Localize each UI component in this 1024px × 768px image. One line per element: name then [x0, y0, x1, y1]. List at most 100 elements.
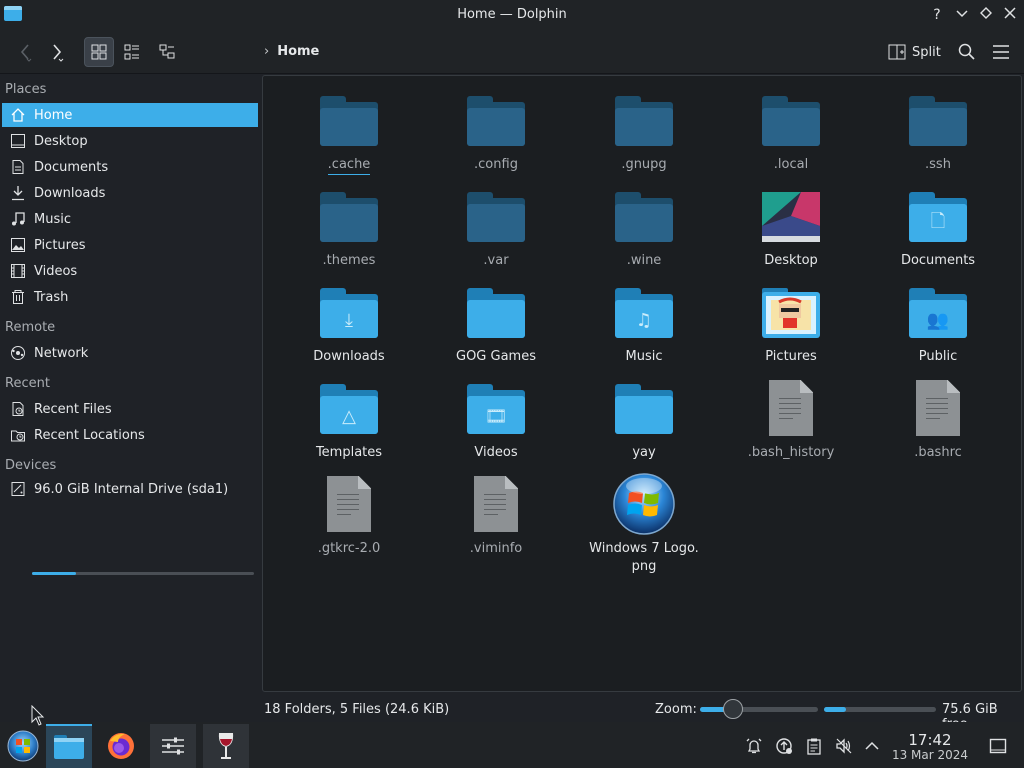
tree-view-icon	[159, 44, 175, 59]
breadcrumb[interactable]: › Home	[264, 44, 319, 59]
item-name: .bash_history	[747, 445, 835, 460]
diamond-icon	[980, 7, 992, 19]
folder-item[interactable]: .themes	[284, 186, 414, 270]
firefox-task[interactable]	[98, 724, 144, 768]
folder-item[interactable]: 🎞 Videos	[431, 378, 561, 462]
settings-sliders-icon	[162, 737, 184, 755]
sidebar-item-label: Home	[34, 107, 73, 123]
item-name: .cache	[327, 157, 371, 175]
sidebar-item-documents[interactable]: Documents	[2, 155, 258, 179]
folder-item[interactable]: ⤓ Downloads	[284, 282, 414, 366]
windows-7-logo-icon	[613, 473, 675, 535]
pictures-folder-preview-icon	[762, 288, 820, 338]
item-label: .viminfo	[431, 540, 561, 558]
desktop-icon	[11, 134, 25, 148]
maximize-button[interactable]	[975, 5, 997, 25]
zoom-slider[interactable]	[700, 707, 818, 712]
close-button[interactable]	[999, 5, 1021, 25]
folder-item[interactable]: yay	[579, 378, 709, 462]
start-menu-button[interactable]	[0, 724, 46, 768]
folder-item[interactable]: .ssh	[873, 90, 1003, 174]
item-label: .bash_history	[726, 444, 856, 462]
sidebar-item-trash[interactable]: Trash	[2, 285, 258, 309]
back-button[interactable]	[10, 37, 40, 67]
sidebar-item-videos[interactable]: Videos	[2, 259, 258, 283]
wine-task[interactable]	[203, 724, 249, 768]
folder-item[interactable]: .wine	[579, 186, 709, 270]
folder-item[interactable]: 👥 Public	[873, 282, 1003, 366]
sidebar-item-internal-drive[interactable]: 96.0 GiB Internal Drive (sda1)	[2, 477, 258, 501]
clipboard-icon[interactable]	[804, 736, 824, 756]
icons-view-button[interactable]	[84, 37, 114, 67]
folder-item[interactable]: .gnupg	[579, 90, 709, 174]
sidebar-item-downloads[interactable]: Downloads	[2, 181, 258, 205]
sidebar-item-pictures[interactable]: Pictures	[2, 233, 258, 257]
sidebar-item-home[interactable]: Home	[2, 103, 258, 127]
folder-item[interactable]: Desktop	[726, 186, 856, 270]
template-emblem: △	[342, 405, 356, 427]
folder-icon	[320, 96, 378, 146]
update-icon[interactable]	[774, 736, 794, 756]
help-button[interactable]: ?	[926, 5, 948, 25]
download-emblem: ⤓	[345, 309, 353, 331]
document-emblem: 🗋	[930, 211, 946, 232]
menu-button[interactable]	[986, 37, 1016, 67]
item-name: Public	[918, 349, 958, 364]
folder-item[interactable]: △ Templates	[284, 378, 414, 462]
folder-item[interactable]: Pictures	[726, 282, 856, 366]
network-icon	[11, 346, 25, 360]
file-item[interactable]: .bash_history	[726, 378, 856, 462]
details-view-button[interactable]	[152, 37, 182, 67]
text-file-icon	[769, 380, 813, 436]
split-button[interactable]: Split	[888, 39, 941, 65]
item-icon	[319, 474, 379, 534]
folder-item[interactable]: GOG Games	[431, 282, 561, 366]
drive-usage-fill	[32, 572, 77, 575]
desktop-wallpaper-icon	[762, 192, 820, 242]
file-item[interactable]: .gtkrc-2.0	[284, 474, 414, 558]
item-label: Downloads	[284, 348, 414, 366]
sidebar-item-music[interactable]: Music	[2, 207, 258, 231]
file-view[interactable]: .cache .config .gnupg .local .ssh .themes .var…	[262, 75, 1022, 692]
zoom-label: Zoom:	[655, 702, 697, 717]
sidebar-item-label: Recent Files	[34, 401, 112, 417]
folder-item[interactable]: .config	[431, 90, 561, 174]
folder-item[interactable]: 🗋 Documents	[873, 186, 1003, 270]
breadcrumb-home[interactable]: Home	[277, 44, 319, 59]
folder-item[interactable]: .var	[431, 186, 561, 270]
alarm-icon[interactable]	[744, 736, 764, 756]
file-item[interactable]: .viminfo	[431, 474, 561, 558]
settings-task[interactable]	[150, 724, 196, 768]
item-label: Documents	[873, 252, 1003, 270]
sidebar-item-label: Desktop	[34, 133, 88, 149]
folder-item[interactable]: .cache	[284, 90, 414, 175]
compact-view-button[interactable]	[117, 37, 147, 67]
back-arrow-icon	[20, 44, 32, 62]
disk-space-bar	[824, 707, 936, 712]
mouse-cursor-icon	[31, 705, 45, 726]
zoom-slider-handle[interactable]	[723, 699, 743, 719]
clock-time[interactable]: 17:42	[900, 731, 960, 749]
folder-icon: ⤓	[320, 288, 378, 338]
folder-item[interactable]: .local	[726, 90, 856, 174]
forward-button[interactable]	[42, 37, 72, 67]
sidebar-item-desktop[interactable]: Desktop	[2, 129, 258, 153]
file-item[interactable]: .bashrc	[873, 378, 1003, 462]
firefox-icon	[108, 733, 134, 759]
wine-glass-icon	[218, 733, 234, 759]
file-item[interactable]: Windows 7 Logo. png	[579, 473, 709, 576]
item-label: .var	[431, 252, 561, 270]
item-label: Pictures	[726, 348, 856, 366]
search-button[interactable]	[952, 37, 982, 67]
folder-item[interactable]: ♫ Music	[579, 282, 709, 366]
dolphin-task[interactable]	[46, 724, 92, 768]
volume-muted-icon[interactable]	[834, 736, 854, 756]
show-desktop-icon[interactable]	[988, 736, 1008, 756]
clock-date[interactable]: 13 Mar 2024	[888, 748, 972, 762]
sidebar-item-recent-locations[interactable]: Recent Locations	[2, 423, 258, 447]
chevron-up-icon[interactable]	[862, 736, 882, 756]
sidebar-item-label: Trash	[34, 289, 69, 305]
sidebar-item-recent-files[interactable]: Recent Files	[2, 397, 258, 421]
sidebar-item-network[interactable]: Network	[2, 341, 258, 365]
minimize-button[interactable]	[951, 5, 973, 25]
